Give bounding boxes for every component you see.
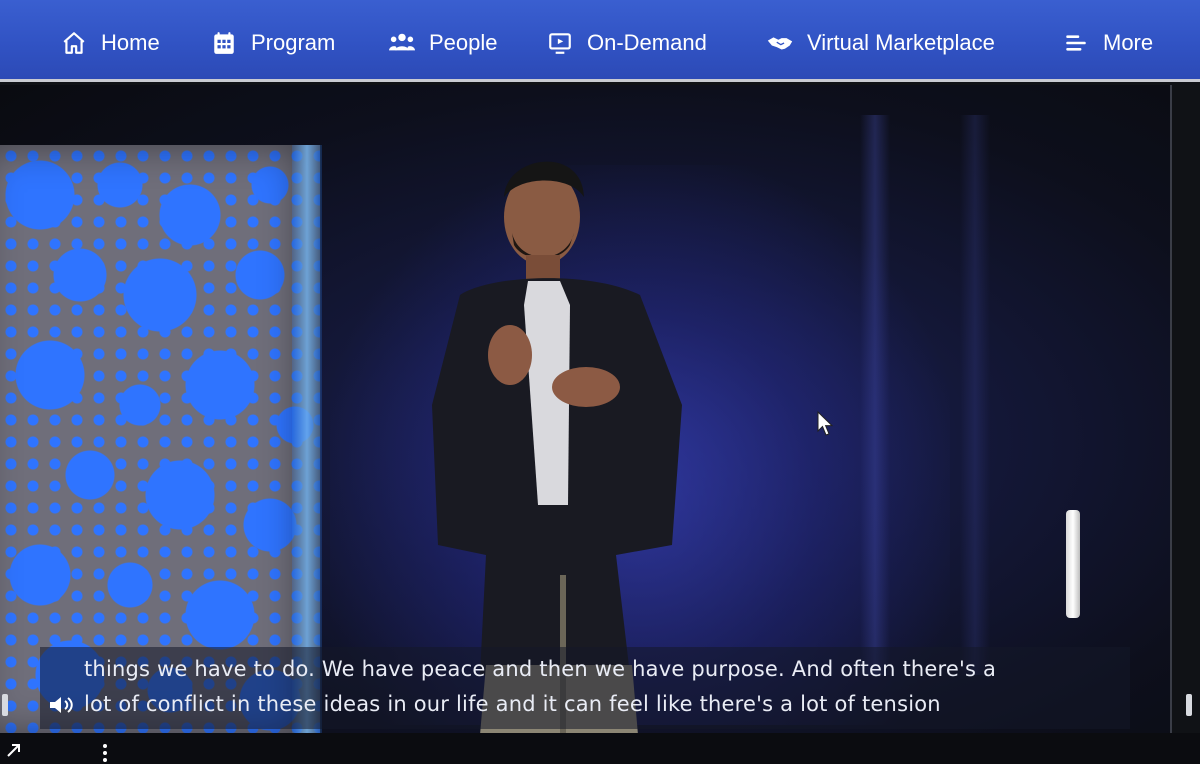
nav-item-people-label: People — [429, 30, 498, 55]
nav-item-home-label: Home — [101, 30, 160, 55]
stage-curtain — [860, 115, 890, 675]
right-scroll-indicator — [1186, 694, 1192, 716]
nav-item-more[interactable]: More — [1062, 27, 1153, 59]
app-root: Home Program People On-Demand Virtual Ma — [0, 0, 1200, 764]
nav-item-on-demand-label: On-Demand — [587, 30, 707, 55]
video-play-icon — [546, 29, 574, 57]
stage-screen-edge — [292, 145, 322, 733]
nav-item-people[interactable]: People — [388, 27, 498, 59]
player-controls-bar — [0, 733, 1200, 764]
nav-item-more-label: More — [1103, 30, 1154, 55]
video-player[interactable]: things we have to do. We have peace and … — [0, 85, 1172, 733]
top-navigation-bar: Home Program People On-Demand Virtual Ma — [0, 0, 1200, 82]
volume-icon[interactable] — [48, 695, 76, 715]
calendar-icon — [210, 29, 238, 57]
nav-item-virtual-marketplace-label: Virtual Marketplace — [807, 30, 995, 55]
speaker-figure — [420, 105, 720, 733]
stage-curtain — [960, 115, 990, 675]
stage-led-screen — [0, 145, 320, 733]
caption-line-2: lot of conflict in these ideas in our li… — [84, 692, 941, 716]
mouse-pointer-icon — [816, 410, 834, 437]
people-icon — [388, 29, 416, 57]
handshake-icon — [766, 29, 794, 57]
menu-lines-icon — [1062, 29, 1090, 57]
left-scroll-indicator — [2, 694, 8, 716]
nav-item-program-label: Program — [251, 30, 336, 55]
expand-arrow-icon[interactable] — [6, 742, 22, 758]
nav-item-home[interactable]: Home — [60, 27, 160, 59]
nav-item-program[interactable]: Program — [210, 27, 335, 59]
nav-item-virtual-marketplace[interactable]: Virtual Marketplace — [766, 27, 995, 59]
stage-light-stand — [1066, 510, 1080, 618]
nav-item-on-demand[interactable]: On-Demand — [546, 27, 707, 59]
more-options-icon[interactable] — [100, 743, 110, 763]
home-icon — [60, 29, 88, 57]
caption-line-1: things we have to do. We have peace and … — [84, 657, 997, 681]
